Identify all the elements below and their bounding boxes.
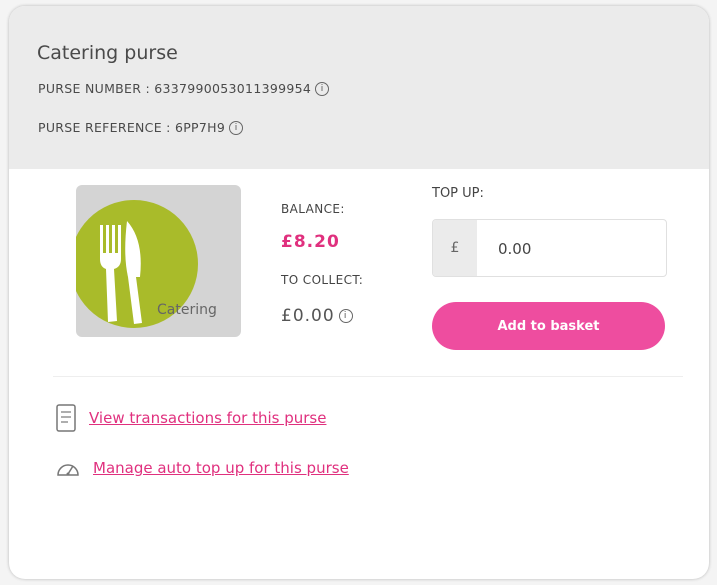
- to-collect-row: £0.00 i: [281, 306, 353, 326]
- purse-reference-row: PURSE REFERENCE : 6PP7H9 i: [38, 120, 244, 135]
- divider: [53, 376, 683, 377]
- balance-value: £8.20: [281, 232, 340, 252]
- purse-number-row: PURSE NUMBER : 6337990053011399954 i: [38, 81, 330, 96]
- manage-auto-topup-link[interactable]: Manage auto top up for this purse: [93, 459, 349, 477]
- info-icon[interactable]: i: [229, 120, 244, 135]
- catering-image: Catering: [76, 185, 241, 337]
- top-up-field: £: [432, 219, 667, 277]
- info-icon[interactable]: i: [315, 81, 330, 96]
- purse-card: Catering purse PURSE NUMBER : 6337990053…: [9, 6, 709, 579]
- purse-number: PURSE NUMBER : 6337990053011399954: [38, 81, 312, 96]
- purse-reference: PURSE REFERENCE : 6PP7H9: [38, 120, 226, 135]
- to-collect-value: £0.00: [281, 306, 335, 326]
- view-transactions-row: View transactions for this purse: [55, 404, 326, 432]
- top-up-amount-input[interactable]: [478, 220, 666, 276]
- purse-title: Catering purse: [37, 42, 178, 64]
- currency-symbol: £: [433, 220, 477, 276]
- view-transactions-link[interactable]: View transactions for this purse: [89, 409, 326, 427]
- top-up-label: TOP UP:: [432, 186, 484, 201]
- info-icon[interactable]: i: [338, 309, 353, 323]
- receipt-icon: [56, 404, 76, 432]
- balance-label: BALANCE:: [281, 202, 345, 216]
- gauge-icon: [57, 464, 79, 476]
- add-to-basket-button[interactable]: Add to basket: [432, 302, 665, 350]
- manage-auto-topup-row: Manage auto top up for this purse: [55, 458, 349, 478]
- purse-header: Catering purse PURSE NUMBER : 6337990053…: [9, 6, 709, 169]
- image-label: Catering: [157, 302, 217, 318]
- to-collect-label: TO COLLECT:: [281, 273, 364, 287]
